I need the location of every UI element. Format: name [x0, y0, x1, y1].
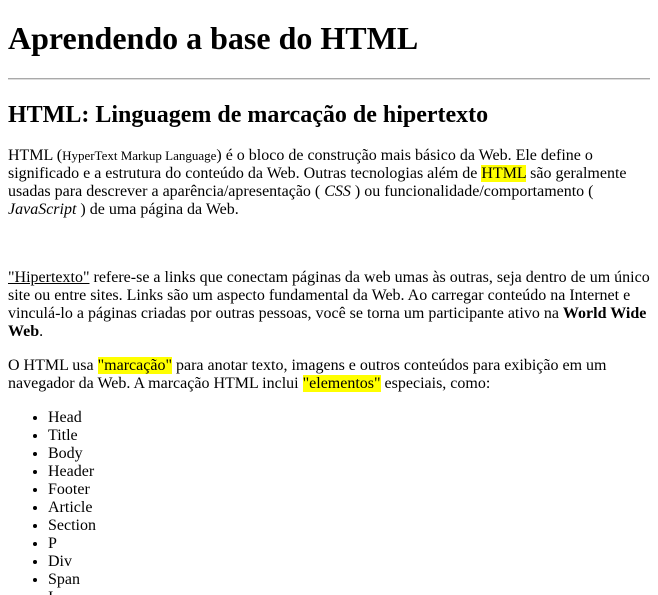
list-item: Section [48, 517, 650, 535]
text: ) de uma página da Web. [76, 201, 239, 218]
list-item: Body [48, 445, 650, 463]
javascript-term: JavaScript [8, 201, 77, 218]
markup-paragraph: O HTML usa "marcação" para anotar texto,… [8, 357, 650, 393]
hypertext-paragraph: "Hipertexto" refere-se a links que conec… [8, 269, 650, 341]
text: especiais, como: [380, 375, 491, 392]
text: ) ou funcionalidade/comportamento ( [350, 183, 594, 200]
text: refere-se a links que conectam páginas d… [8, 269, 650, 322]
list-item: Header [48, 463, 650, 481]
list-item: Article [48, 499, 650, 517]
hypertext-link[interactable]: "Hipertexto" [8, 269, 89, 286]
css-term: CSS [324, 183, 351, 200]
list-item: P [48, 535, 650, 553]
section-heading: HTML: Linguagem de marcação de hipertext… [8, 102, 489, 128]
element-list: Head Title Body Header Footer Article Se… [8, 409, 650, 595]
highlight-elements: "elementos" [302, 375, 381, 392]
list-item: Span [48, 571, 650, 589]
text: . [39, 323, 44, 340]
list-item: Title [48, 427, 650, 445]
list-item: Head [48, 409, 650, 427]
highlight-markup: "marcação" [97, 357, 172, 374]
page-title: Aprendendo a base do HTML [8, 20, 419, 56]
highlight-html: HTML [481, 165, 527, 182]
page: Aprendendo a base do HTML HTML: Linguage… [0, 0, 658, 595]
acronym-expansion: HyperText Markup Language [62, 148, 217, 163]
list-item: Div [48, 553, 650, 571]
intro-paragraph: HTML (HyperText Markup Language) é o blo… [8, 147, 650, 219]
text: O HTML usa [8, 357, 98, 374]
text: HTML ( [8, 147, 63, 164]
list-item: Footer [48, 481, 650, 499]
list-item: I [48, 589, 650, 595]
divider [8, 78, 650, 80]
